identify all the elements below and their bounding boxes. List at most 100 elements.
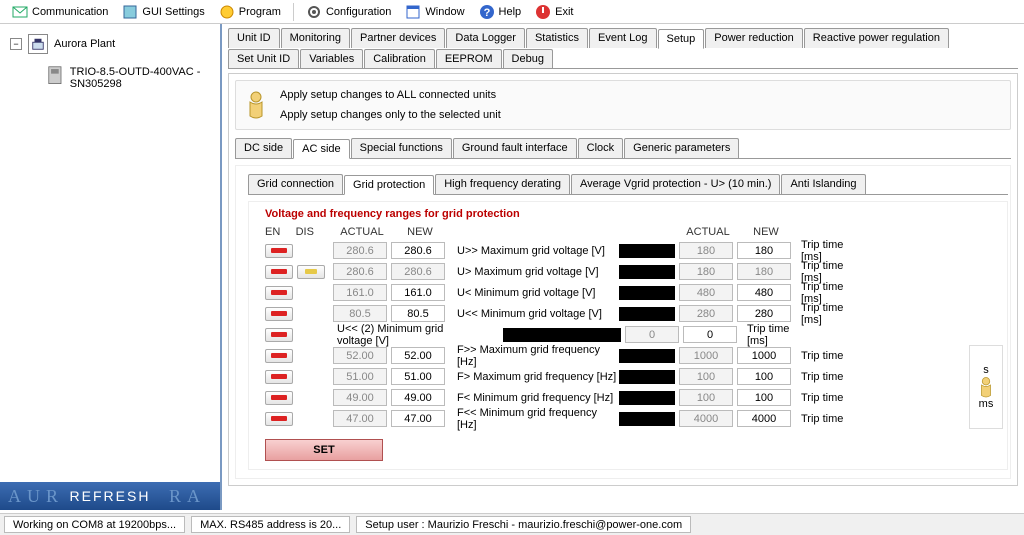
menu-help[interactable]: ? Help bbox=[473, 2, 528, 22]
tab-power-reduction[interactable]: Power reduction bbox=[705, 28, 803, 48]
new-trip[interactable] bbox=[683, 326, 737, 343]
tab-eeprom[interactable]: EEPROM bbox=[436, 49, 502, 68]
new-trip[interactable] bbox=[737, 389, 791, 406]
actual-value bbox=[333, 410, 387, 427]
row-label: F> Maximum grid frequency [Hz] bbox=[449, 371, 619, 383]
pawn-icon bbox=[244, 90, 268, 120]
collapse-icon[interactable]: − bbox=[10, 38, 22, 50]
enable-switch[interactable] bbox=[265, 244, 293, 258]
new-value[interactable] bbox=[391, 410, 445, 427]
menu-window[interactable]: Window bbox=[399, 2, 470, 22]
plant-icon bbox=[28, 34, 48, 54]
tab-setup[interactable]: Setup bbox=[658, 29, 705, 49]
subtab-ground-fault-interface[interactable]: Ground fault interface bbox=[453, 138, 577, 158]
status-user: Setup user : Maurizio Freschi - maurizio… bbox=[356, 516, 691, 533]
enable-switch[interactable] bbox=[265, 265, 293, 279]
new-value[interactable] bbox=[391, 284, 445, 301]
subtab-special-functions[interactable]: Special functions bbox=[351, 138, 452, 158]
table-row: F<< Minimum grid frequency [Hz]Trip time bbox=[253, 408, 969, 429]
tab-reactive-power-regulation[interactable]: Reactive power regulation bbox=[804, 28, 949, 48]
tab-unit-id[interactable]: Unit ID bbox=[228, 28, 280, 48]
subtab2-average-vgrid-protection-u-10-min-[interactable]: Average Vgrid protection - U> (10 min.) bbox=[571, 174, 780, 194]
tree-device[interactable]: TRIO-8.5-OUTD-400VAC - SN305298 bbox=[48, 66, 212, 90]
subtab-generic-parameters[interactable]: Generic parameters bbox=[624, 138, 739, 158]
enable-switch[interactable] bbox=[265, 412, 293, 426]
tree-device-label: TRIO-8.5-OUTD-400VAC - SN305298 bbox=[70, 66, 212, 90]
enable-switch[interactable] bbox=[265, 391, 293, 405]
new-trip[interactable] bbox=[737, 410, 791, 427]
enable-switch[interactable] bbox=[265, 370, 293, 384]
new-value[interactable] bbox=[391, 368, 445, 385]
main-tabstrip: Unit IDMonitoringPartner devicesData Log… bbox=[228, 28, 1018, 69]
trip-label: Trip time bbox=[795, 413, 865, 425]
subtab-dc-side[interactable]: DC side bbox=[235, 138, 292, 158]
actual-value bbox=[333, 389, 387, 406]
notice-line-1: Apply setup changes to ALL connected uni… bbox=[280, 89, 501, 101]
new-trip bbox=[737, 263, 791, 280]
new-value[interactable] bbox=[391, 347, 445, 364]
menu-gui-settings[interactable]: GUI Settings bbox=[116, 2, 210, 22]
set-button[interactable]: SET bbox=[265, 439, 383, 461]
disable-switch[interactable] bbox=[297, 265, 325, 279]
unit-badge: s ms bbox=[969, 345, 1003, 429]
row-label: U<< (2) Minimum grid voltage [V] bbox=[333, 323, 449, 347]
menu-program[interactable]: Program bbox=[213, 2, 287, 22]
subtab2-high-frequency-derating[interactable]: High frequency derating bbox=[435, 174, 570, 194]
menu-configuration[interactable]: Configuration bbox=[300, 2, 397, 22]
status-bar: Working on COM8 at 19200bps... MAX. RS48… bbox=[0, 513, 1024, 535]
refresh-button[interactable]: AUR RA REFRESH bbox=[0, 482, 220, 510]
table-row: F< Minimum grid frequency [Hz] Trip time bbox=[253, 387, 969, 408]
actual-value bbox=[333, 368, 387, 385]
tab-data-logger[interactable]: Data Logger bbox=[446, 28, 525, 48]
menu-label: Program bbox=[239, 6, 281, 18]
enable-switch[interactable] bbox=[265, 307, 293, 321]
trip-label: Trip time bbox=[795, 392, 865, 404]
enable-switch[interactable] bbox=[265, 328, 293, 342]
new-value[interactable] bbox=[391, 242, 445, 259]
tab-partner-devices[interactable]: Partner devices bbox=[351, 28, 445, 48]
new-trip[interactable] bbox=[737, 347, 791, 364]
menu-exit[interactable]: Exit bbox=[529, 2, 579, 22]
status-max: MAX. RS485 address is 20... bbox=[191, 516, 350, 533]
enable-switch[interactable] bbox=[265, 286, 293, 300]
actual-trip bbox=[679, 347, 733, 364]
menu-communication[interactable]: Communication bbox=[6, 2, 114, 22]
table-row: F> Maximum grid frequency [Hz]Trip time bbox=[253, 366, 969, 387]
sub-tabstrip: DC sideAC sideSpecial functionsGround fa… bbox=[235, 138, 1011, 159]
new-value[interactable] bbox=[391, 389, 445, 406]
tab-event-log[interactable]: Event Log bbox=[589, 28, 657, 48]
grid-protection-section: Voltage and frequency ranges for grid pr… bbox=[248, 201, 1008, 470]
settings-icon bbox=[122, 4, 138, 20]
tab-statistics[interactable]: Statistics bbox=[526, 28, 588, 48]
subtab2-anti-islanding[interactable]: Anti Islanding bbox=[781, 174, 865, 194]
tab-variables[interactable]: Variables bbox=[300, 49, 363, 68]
trip-label: Trip time [ms] bbox=[741, 323, 811, 347]
tab-monitoring[interactable]: Monitoring bbox=[281, 28, 350, 48]
inverter-icon bbox=[48, 66, 62, 90]
help-icon: ? bbox=[479, 4, 495, 20]
new-trip[interactable] bbox=[737, 368, 791, 385]
subtab2-grid-connection[interactable]: Grid connection bbox=[248, 174, 343, 194]
actual-trip bbox=[679, 389, 733, 406]
row-label: F< Minimum grid frequency [Hz] bbox=[449, 392, 619, 404]
svg-text:?: ? bbox=[483, 7, 490, 19]
enable-switch[interactable] bbox=[265, 349, 293, 363]
tree-root[interactable]: − Aurora Plant bbox=[8, 32, 212, 56]
bar-icon bbox=[619, 265, 675, 279]
subtab2-grid-protection[interactable]: Grid protection bbox=[344, 175, 434, 195]
tab-set-unit-id[interactable]: Set Unit ID bbox=[228, 49, 299, 68]
new-value[interactable] bbox=[391, 305, 445, 322]
communication-icon bbox=[12, 4, 28, 20]
badge-bot: ms bbox=[979, 398, 994, 410]
tab-debug[interactable]: Debug bbox=[503, 49, 553, 68]
new-value bbox=[391, 263, 445, 280]
new-trip[interactable] bbox=[737, 305, 791, 322]
apply-mode-notice: Apply setup changes to ALL connected uni… bbox=[235, 80, 1011, 130]
subtab-clock[interactable]: Clock bbox=[578, 138, 624, 158]
tab-calibration[interactable]: Calibration bbox=[364, 49, 435, 68]
subtab-ac-side[interactable]: AC side bbox=[293, 139, 350, 159]
new-trip[interactable] bbox=[737, 284, 791, 301]
new-trip[interactable] bbox=[737, 242, 791, 259]
bar-icon bbox=[619, 391, 675, 405]
menu-label: Configuration bbox=[326, 6, 391, 18]
